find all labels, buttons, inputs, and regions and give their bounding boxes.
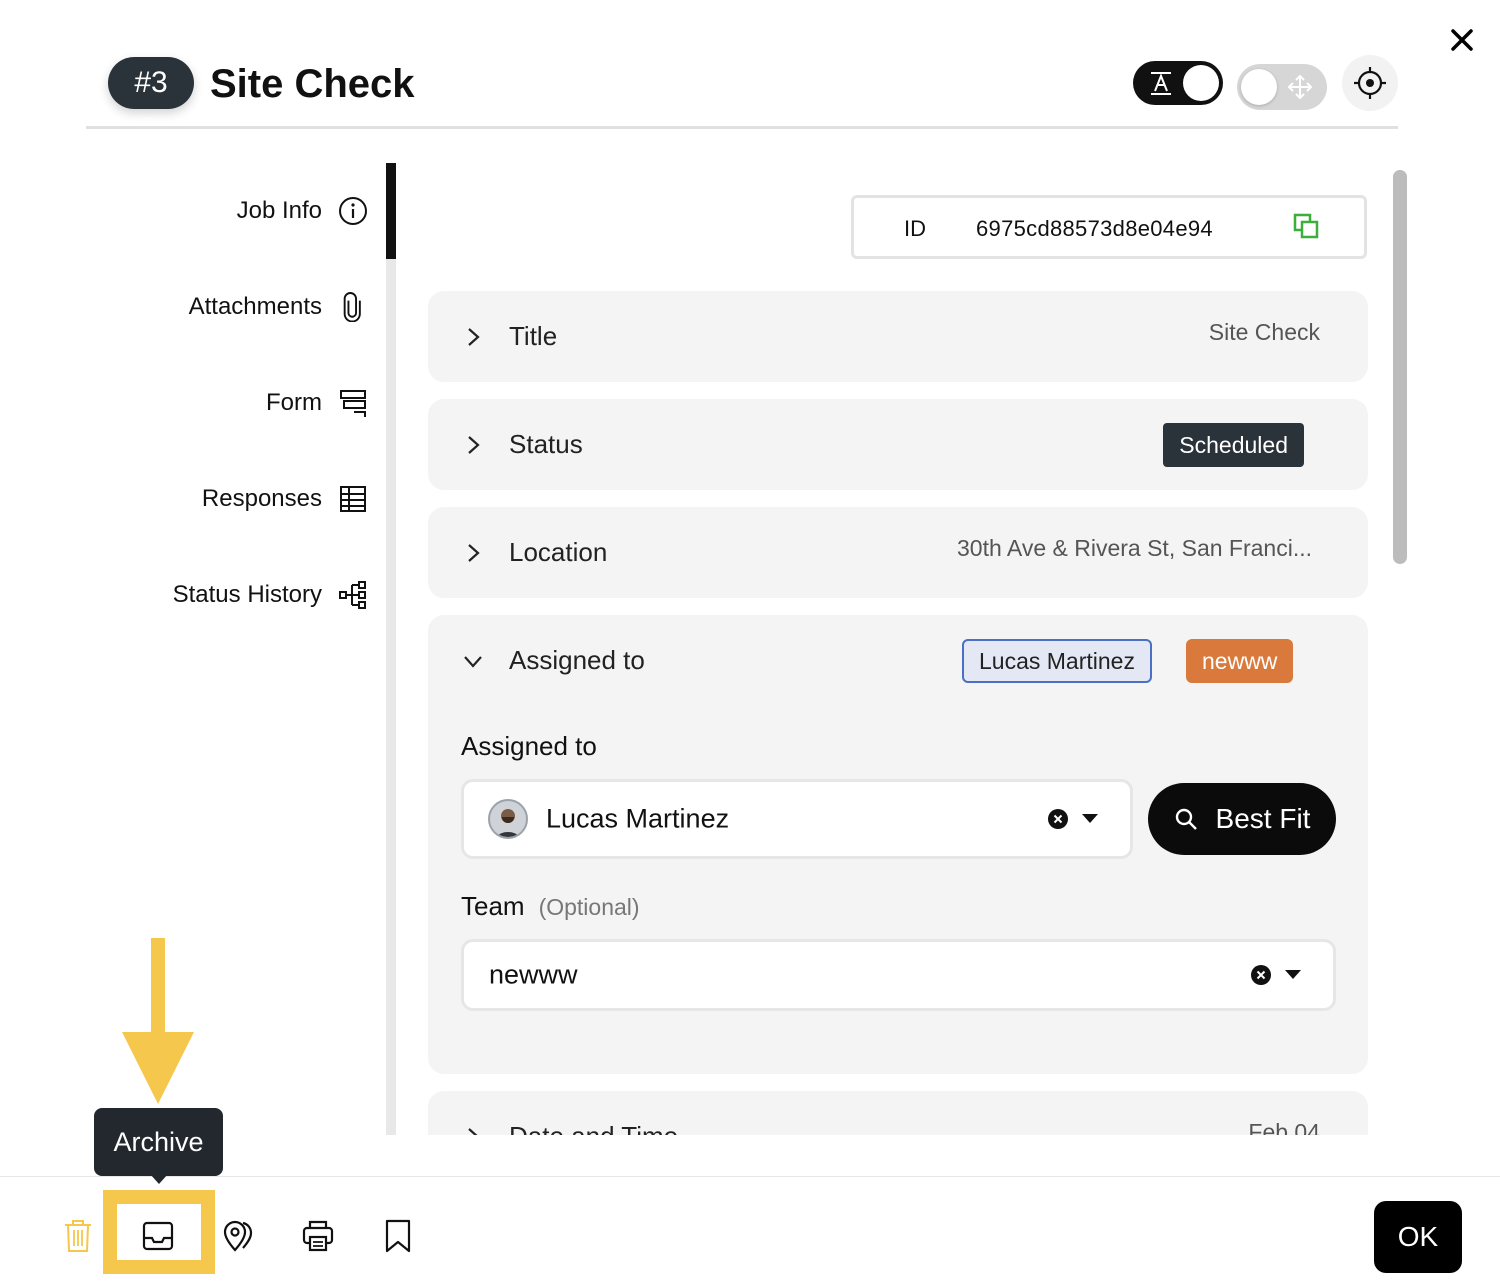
chevron-right-icon (468, 544, 480, 562)
archive-tooltip: Archive (94, 1108, 223, 1176)
toggle-knob (1241, 69, 1277, 105)
nav-rail (386, 163, 396, 1135)
caret-down-icon[interactable] (1285, 970, 1301, 980)
chevron-right-icon (468, 1128, 478, 1135)
optional-tag: (Optional) (538, 894, 640, 920)
assignee-value: Lucas Martinez (546, 803, 730, 834)
panel-label: Title (509, 321, 558, 351)
id-label: ID (904, 216, 926, 241)
panel-label: Date and Time (509, 1121, 678, 1135)
paperclip-icon (336, 290, 370, 324)
print-button[interactable] (294, 1212, 342, 1260)
title-panel[interactable]: Title Site Check (428, 291, 1368, 382)
status-badge: Scheduled (1163, 423, 1304, 467)
date-time-panel[interactable]: Date and Time Feb 04 (428, 1091, 1368, 1135)
avatar (488, 799, 528, 839)
print-icon (302, 1220, 334, 1252)
panel-label: Status (509, 429, 583, 459)
delete-button[interactable] (54, 1212, 102, 1260)
title-value: Site Check (1208, 319, 1320, 345)
assignee-select[interactable]: Lucas Martinez (461, 779, 1133, 859)
location-panel[interactable]: Location 30th Ave & Rivera St, San Franc… (428, 507, 1368, 598)
trash-icon (65, 1220, 91, 1252)
annotation-arrow-head (122, 1032, 194, 1104)
assigned-to-label: Assigned to (461, 731, 597, 761)
map-pin-icon (223, 1220, 253, 1252)
caret-down-icon[interactable] (1082, 814, 1098, 824)
form-icon (336, 386, 370, 420)
text-format-icon (1151, 72, 1171, 95)
team-label: Team (Optional) (461, 891, 640, 922)
archive-icon (142, 1221, 174, 1251)
team-value: newww (489, 959, 578, 990)
page-title: Site Check (210, 62, 415, 106)
text-format-toggle[interactable] (1133, 61, 1223, 105)
team-select[interactable]: newww (461, 939, 1336, 1011)
crosshair-icon (1354, 67, 1386, 99)
chevron-down-icon[interactable] (462, 650, 484, 672)
nav-rail-active-indicator (386, 163, 396, 259)
nav-item-job-info[interactable]: Job Info (237, 163, 370, 259)
nav-item-status-history[interactable]: Status History (173, 547, 370, 643)
locate-button[interactable] (1342, 55, 1398, 111)
nav-item-label: Attachments (188, 293, 322, 320)
panel-label: Location (509, 537, 608, 567)
status-panel[interactable]: Status Scheduled (428, 399, 1368, 490)
bookmark-icon (385, 1219, 411, 1253)
search-icon (1175, 808, 1197, 830)
move-toggle[interactable] (1237, 64, 1327, 110)
tooltip-tail (150, 1174, 168, 1184)
location-value: 30th Ave & Rivera St, San Franci... (957, 535, 1312, 561)
nav-item-label: Job Info (236, 197, 322, 224)
team-label-text: Team (461, 891, 525, 921)
best-fit-label: Best Fit (1215, 803, 1311, 834)
panel-label: Assigned to (509, 645, 645, 675)
clear-icon[interactable] (1048, 809, 1068, 829)
nav-item-label: Status History (172, 581, 322, 608)
info-icon (336, 194, 370, 228)
date-value: Feb 04 (1248, 1119, 1320, 1135)
clear-icon[interactable] (1251, 965, 1271, 985)
nav-item-form[interactable]: Form (266, 355, 370, 451)
hierarchy-icon (336, 578, 370, 612)
ok-button[interactable]: OK (1374, 1201, 1462, 1273)
id-value[interactable]: 6975cd88573d8e04e94 (976, 216, 1248, 242)
nav-item-responses[interactable]: Responses (202, 451, 370, 547)
job-details-content: ID 6975cd88573d8e04e94 Title Site Check … (400, 163, 1390, 1135)
table-icon (336, 482, 370, 516)
toggle-knob (1183, 65, 1219, 101)
toolbar-divider (0, 1176, 1500, 1177)
close-icon (1451, 29, 1473, 51)
move-icon (1287, 74, 1313, 100)
assignee-chip: Lucas Martinez (962, 639, 1152, 683)
bookmark-button[interactable] (374, 1212, 422, 1260)
nav-item-attachments[interactable]: Attachments (189, 259, 370, 355)
best-fit-button[interactable]: Best Fit (1148, 783, 1336, 855)
job-number-badge: #3 (108, 57, 194, 109)
map-pin-button[interactable] (214, 1212, 262, 1260)
nav-item-label: Form (266, 389, 322, 416)
content-scrollbar[interactable] (1393, 170, 1407, 564)
header-divider (86, 126, 1398, 129)
archive-button[interactable] (134, 1212, 182, 1260)
job-id-box: ID 6975cd88573d8e04e94 (851, 195, 1367, 259)
copy-icon[interactable] (1292, 212, 1320, 240)
nav-item-label: Responses (201, 485, 322, 512)
close-button[interactable] (1446, 24, 1478, 56)
chevron-right-icon (468, 436, 480, 454)
assigned-panel: Assigned to Lucas Martinez newww Assigne… (428, 615, 1368, 1074)
annotation-arrow-shaft (151, 938, 165, 1038)
chevron-right-icon (468, 328, 480, 346)
team-chip: newww (1186, 639, 1294, 683)
